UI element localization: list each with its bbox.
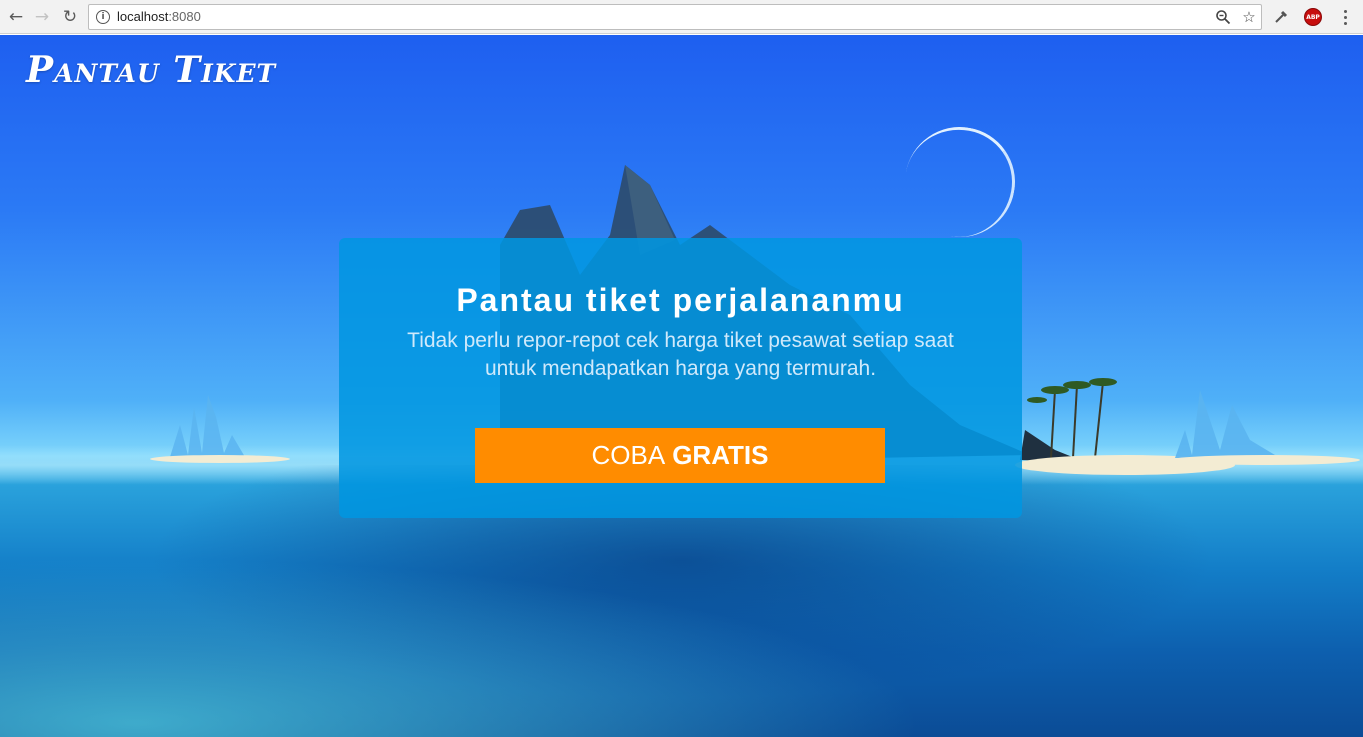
try-free-button[interactable]: COBA GRATIS xyxy=(475,428,885,483)
bookmark-star-icon[interactable]: ☆ xyxy=(1239,7,1259,27)
forward-arrow-icon[interactable]: → xyxy=(30,5,54,29)
url-text: localhost:8080 xyxy=(117,9,201,24)
right-island xyxy=(1170,390,1360,465)
zoom-icon[interactable] xyxy=(1213,7,1233,27)
address-bar[interactable]: i localhost:8080 ☆ xyxy=(88,4,1262,30)
left-island xyxy=(150,395,290,463)
browser-toolbar: ← → ↻ i localhost:8080 ☆ ABP xyxy=(0,0,1363,34)
cta-bold: GRATIS xyxy=(672,440,769,470)
hero-section: Pantau Tiket Pantau tiket perjalananmu T… xyxy=(0,35,1363,737)
url-host: localhost xyxy=(117,9,169,24)
site-info-icon[interactable]: i xyxy=(96,10,110,24)
eyedropper-extension-icon[interactable] xyxy=(1269,5,1293,29)
url-port: :8080 xyxy=(168,9,201,24)
hero-title: Pantau tiket perjalananmu xyxy=(456,282,905,318)
site-logo[interactable]: Pantau Tiket xyxy=(26,49,276,91)
back-arrow-icon[interactable]: ← xyxy=(4,5,28,29)
reload-icon[interactable]: ↻ xyxy=(58,5,82,29)
hero-subtitle: Tidak perlu repor-repot cek harga tiket … xyxy=(407,329,954,380)
cta-prefix: COBA xyxy=(591,440,666,470)
hero-card: Pantau tiket perjalananmu Tidak perlu re… xyxy=(339,238,1022,518)
browser-menu-icon[interactable] xyxy=(1333,5,1357,29)
adblock-extension-icon[interactable]: ABP xyxy=(1301,5,1325,29)
palm-trees xyxy=(1020,378,1117,462)
